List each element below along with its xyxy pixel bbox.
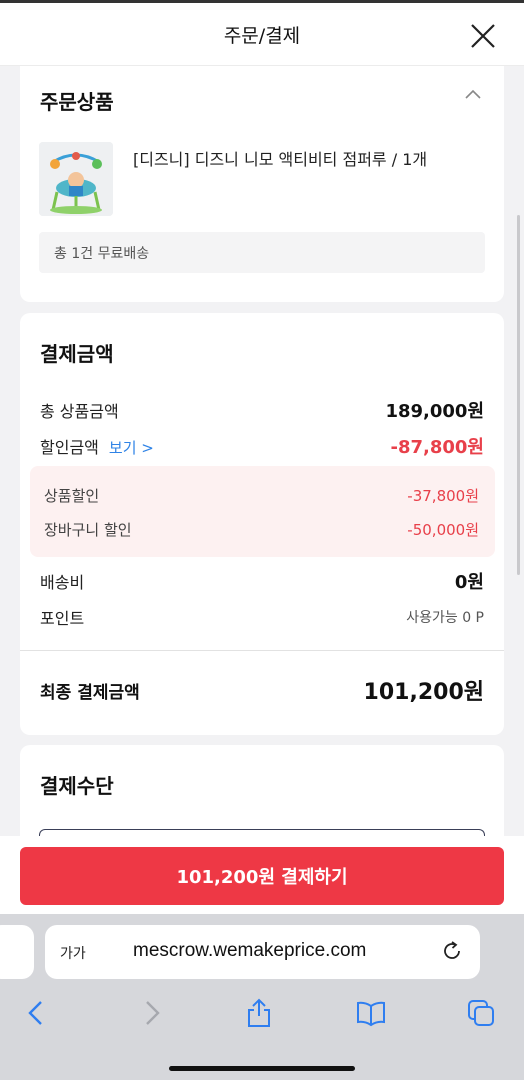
final-amount-label: 최종 결제금액 [40,682,140,703]
shipping-fee-label: 배송비 [40,573,85,592]
point-row: 포인트 사용가능 0 P [40,605,484,629]
address-bar[interactable]: 가가 mescrow.wemakeprice.com [45,925,480,979]
forward-icon[interactable] [136,998,166,1028]
share-icon[interactable] [244,998,274,1028]
shipping-fee-value: 0원 [454,572,484,593]
point-value: 사용가능 0 P [406,610,484,626]
discount-view-link[interactable]: 보기 > [109,439,154,457]
divider [20,650,504,651]
final-amount-value: 101,200원 [363,680,484,705]
tabs-icon[interactable] [466,998,496,1028]
final-amount-row: 최종 결제금액 101,200원 [40,674,484,706]
cart-discount-value: -50,000원 [407,521,479,539]
page-title: 주문/결제 [223,24,301,47]
browser-toolbar: 가가 mescrow.wemakeprice.com [0,914,524,1080]
discount-detail-box: 상품할인 -37,800원 장바구니 할인 -50,000원 [30,466,495,557]
cart-discount-row: 장바구니 할인 -50,000원 [44,519,479,540]
product-thumbnail[interactable] [39,142,113,216]
payment-amount-card: 결제금액 총 상품금액 189,000원 할인금액 보기 > -87,800원 상… [20,313,504,735]
home-indicator[interactable] [169,1066,355,1071]
scrollbar[interactable] [517,215,520,575]
shipping-summary: 총 1건 무료배송 [39,232,485,273]
shipping-summary-text: 총 1건 무료배송 [54,245,150,262]
total-price-row: 총 상품금액 189,000원 [40,397,484,423]
payment-section-title: 결제금액 [40,342,114,366]
text-size-button[interactable]: 가가 [60,943,86,963]
previous-tab-preview[interactable] [0,925,34,979]
product-name[interactable]: [디즈니] 디즈니 니모 액티비티 점퍼루 / 1개 [133,146,427,170]
products-section-title: 주문상품 [40,90,114,114]
pay-button[interactable]: 101,200원 결제하기 [20,847,504,905]
method-section-title: 결제수단 [40,774,114,798]
cart-discount-label: 장바구니 할인 [44,521,132,539]
product-discount-label: 상품할인 [44,487,100,505]
jumperoo-toy-image [39,142,113,216]
discount-label: 할인금액 [40,438,99,457]
discount-label-group: 할인금액 보기 > [40,434,154,458]
url-text[interactable]: mescrow.wemakeprice.com [133,940,366,962]
total-price-label: 총 상품금액 [40,402,119,421]
chevron-up-icon[interactable] [464,88,482,100]
total-price-value: 189,000원 [385,401,484,422]
back-icon[interactable] [22,998,52,1028]
discount-value: -87,800원 [390,437,485,458]
point-label: 포인트 [40,609,85,628]
product-discount-value: -37,800원 [407,487,479,505]
page-header: 주문/결제 [0,3,524,66]
product-discount-row: 상품할인 -37,800원 [44,485,479,506]
close-icon[interactable] [470,23,496,49]
discount-row: 할인금액 보기 > -87,800원 [40,433,484,459]
bookmarks-icon[interactable] [356,998,386,1028]
reload-icon[interactable] [441,940,463,962]
shipping-fee-row: 배송비 0원 [40,568,484,594]
pay-button-area: 101,200원 결제하기 [0,836,524,914]
order-products-card: 주문상품 [디즈니] 디즈니 니모 액티비티 점퍼루 / 1개 총 1건 무료배… [20,66,504,302]
